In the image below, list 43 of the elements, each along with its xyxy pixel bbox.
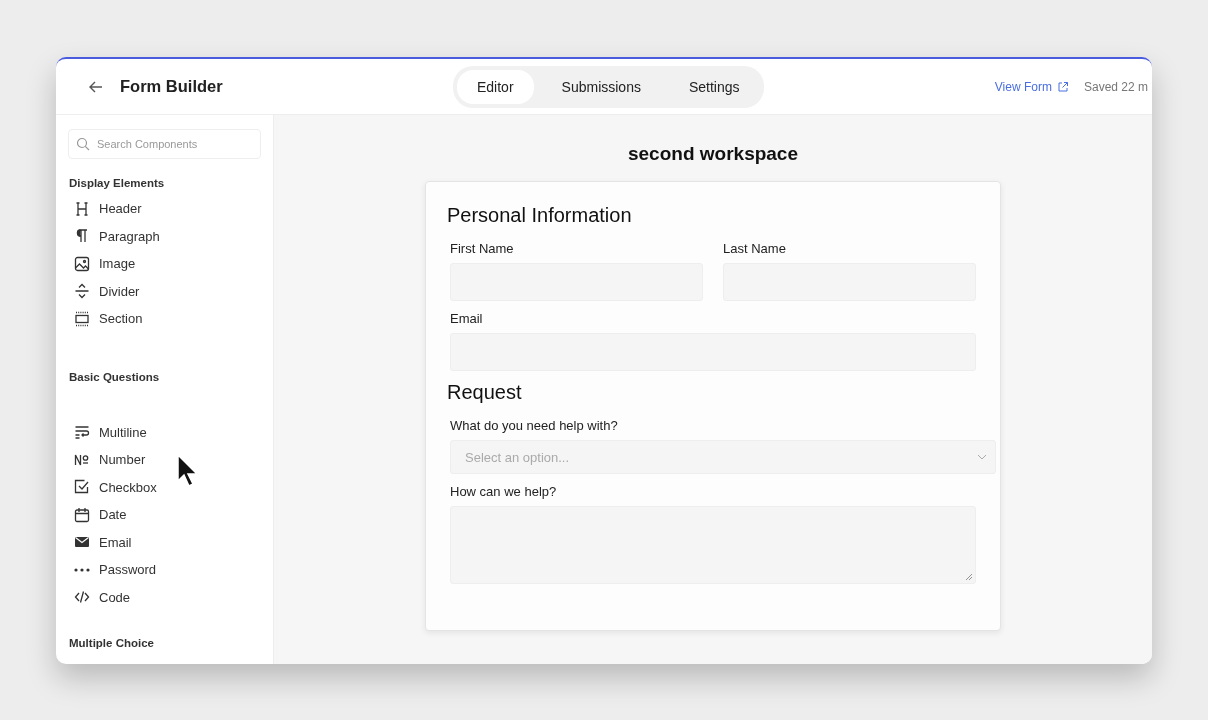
component-item[interactable]: Multiline: [68, 418, 261, 446]
chevron-down-icon: [977, 454, 987, 460]
form-title: second workspace: [628, 143, 798, 165]
tab[interactable]: Submissions: [541, 69, 661, 104]
field-label: First Name: [450, 241, 515, 256]
three-dots-icon: [74, 567, 90, 572]
component-item[interactable]: Date: [68, 501, 261, 529]
group-title: Basic Questions: [69, 370, 161, 383]
component-item[interactable]: Checkbox: [68, 473, 261, 501]
component-item[interactable]: Email: [68, 528, 261, 556]
search-icon: [76, 137, 90, 151]
divider-icon: [74, 283, 90, 300]
field-label: Last Name: [723, 241, 787, 256]
component-item[interactable]: Divider: [68, 277, 261, 305]
tab[interactable]: Editor: [457, 69, 534, 104]
view-form-link[interactable]: View Form: [994, 79, 1052, 94]
group-title: Multiple Choice: [69, 637, 155, 649]
section-title: Personal Information: [447, 204, 633, 227]
component-item[interactable]: Header: [68, 195, 261, 223]
external-link-icon: [1056, 80, 1069, 93]
paragraph-icon: [74, 228, 90, 245]
image-icon: [74, 255, 90, 272]
resize-handle-icon[interactable]: [965, 573, 973, 581]
component-item[interactable]: Image: [68, 250, 261, 278]
component-item[interactable]: Code: [68, 583, 261, 611]
group-title: Display Elements: [69, 177, 166, 189]
saved-status: Saved 22 m: [1083, 79, 1148, 94]
field-label: How can we help?: [450, 484, 558, 499]
multiline-icon: [74, 424, 90, 441]
date-icon: [74, 506, 90, 523]
component-item[interactable]: Section: [68, 305, 261, 333]
checkbox-icon: [74, 479, 90, 496]
section-title: Request: [447, 381, 523, 404]
header-icon: [74, 200, 90, 217]
search-field[interactable]: Search Components: [68, 129, 261, 159]
field-label: What do you need help with?: [450, 418, 619, 433]
field-label: Email: [450, 311, 484, 326]
tab[interactable]: Settings: [668, 69, 760, 104]
app-title: Form Builder: [120, 77, 223, 96]
section-icon: [74, 310, 90, 327]
component-item[interactable]: Paragraph: [68, 222, 261, 250]
component-item[interactable]: Number: [68, 446, 261, 474]
component-item[interactable]: Password: [68, 556, 261, 584]
